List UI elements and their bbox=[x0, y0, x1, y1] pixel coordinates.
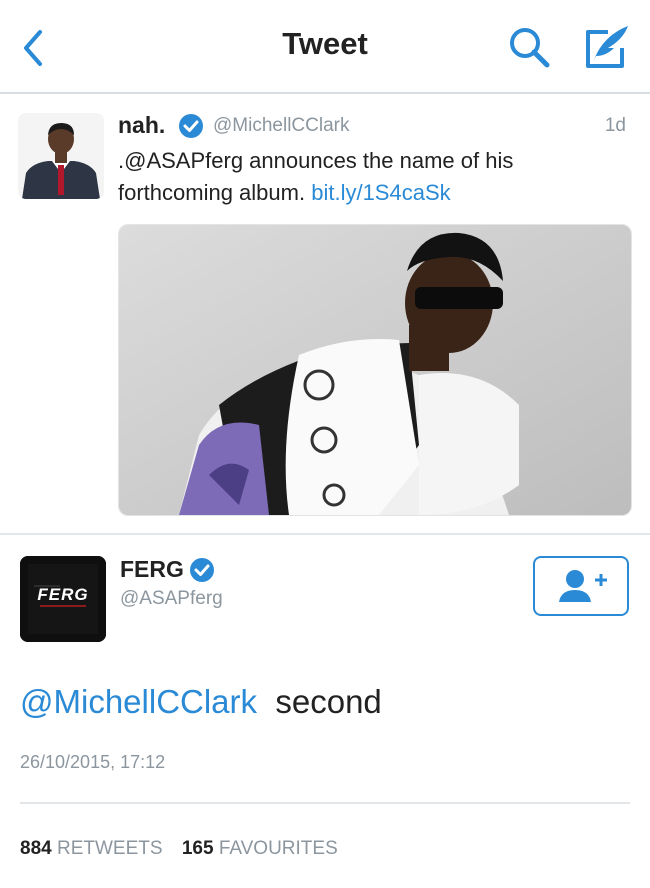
retweets-label[interactable]: RETWEETS bbox=[57, 838, 163, 859]
back-button[interactable] bbox=[16, 26, 52, 70]
author-avatar[interactable]: FERG bbox=[20, 556, 106, 642]
retweets-count[interactable]: 884 bbox=[20, 838, 52, 859]
divider bbox=[0, 533, 650, 535]
search-icon bbox=[510, 28, 550, 68]
quoted-display-name[interactable]: nah. bbox=[118, 112, 165, 139]
author-handle[interactable]: @ASAPferg bbox=[120, 588, 223, 610]
quoted-link[interactable]: bit.ly/1S4caSk bbox=[311, 180, 450, 205]
divider bbox=[20, 802, 630, 804]
navigation-bar: Tweet bbox=[0, 0, 650, 94]
quoted-timestamp: 1d bbox=[604, 115, 626, 136]
tweet-text: @MichellCClark second bbox=[20, 683, 382, 721]
follow-button[interactable] bbox=[533, 556, 629, 616]
verified-badge-icon bbox=[190, 558, 214, 582]
photo-image bbox=[119, 225, 631, 515]
tweet-stats: 884 RETWEETS 165 FAVOURITES bbox=[20, 838, 352, 860]
tweet-mention[interactable]: @MichellCClark bbox=[20, 683, 257, 720]
tweet-timestamp: 26/10/2015, 17:12 bbox=[20, 752, 166, 772]
author-display-name[interactable]: FERG bbox=[120, 556, 184, 583]
favourites-label[interactable]: FAVOURITES bbox=[219, 838, 338, 859]
ferg-logo-avatar: FERG bbox=[20, 556, 106, 642]
verified-badge-icon bbox=[179, 114, 203, 138]
avatar-image bbox=[18, 113, 104, 199]
quoted-handle[interactable]: @MichellCClark bbox=[213, 115, 349, 137]
add-user-icon bbox=[559, 570, 607, 602]
quoted-tweet-text: .@ASAPferg announces the name of his for… bbox=[118, 145, 618, 209]
chevron-left-icon bbox=[24, 30, 42, 66]
favourites-count[interactable]: 165 bbox=[182, 838, 214, 859]
tweet-body: second bbox=[275, 683, 382, 720]
search-button[interactable] bbox=[505, 24, 555, 72]
svg-text:FERG: FERG bbox=[37, 585, 88, 604]
compose-quill-icon bbox=[586, 26, 628, 68]
compose-button[interactable] bbox=[578, 20, 634, 74]
tweet-photo[interactable] bbox=[118, 224, 632, 516]
quoted-author-avatar[interactable] bbox=[18, 113, 104, 199]
